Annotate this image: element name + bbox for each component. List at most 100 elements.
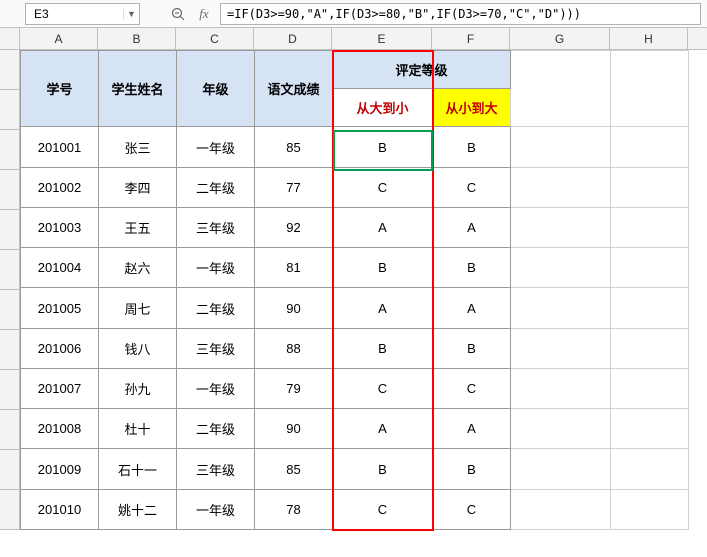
- cell-id[interactable]: 201007: [21, 368, 99, 408]
- cell-empty[interactable]: [611, 449, 689, 489]
- cell-F8[interactable]: B: [433, 328, 511, 368]
- cell-E7[interactable]: A: [333, 288, 433, 328]
- cell-empty[interactable]: [611, 288, 689, 328]
- col-header-A[interactable]: A: [20, 28, 98, 49]
- cell-E8[interactable]: B: [333, 328, 433, 368]
- row-header-5[interactable]: [0, 210, 19, 250]
- cell-id[interactable]: 201002: [21, 167, 99, 207]
- cell-E5[interactable]: A: [333, 207, 433, 247]
- cell-score[interactable]: 88: [255, 328, 333, 368]
- cell-F10[interactable]: A: [433, 409, 511, 449]
- col-header-C[interactable]: C: [176, 28, 254, 49]
- col-header-H[interactable]: H: [610, 28, 688, 49]
- cell-grade[interactable]: 一年级: [177, 127, 255, 167]
- cell-score[interactable]: 81: [255, 248, 333, 288]
- cell-empty[interactable]: [611, 489, 689, 529]
- cell-empty[interactable]: [611, 368, 689, 408]
- cell-empty[interactable]: [611, 127, 689, 167]
- cell-grade[interactable]: 一年级: [177, 489, 255, 529]
- cell-grade[interactable]: 二年级: [177, 288, 255, 328]
- row-header-1[interactable]: [0, 50, 19, 90]
- col-header-F[interactable]: F: [432, 28, 510, 49]
- cell-grade[interactable]: 三年级: [177, 449, 255, 489]
- header-id[interactable]: 学号: [21, 51, 99, 127]
- cell-empty[interactable]: [511, 127, 611, 167]
- row-header-3[interactable]: [0, 130, 19, 170]
- select-all-corner[interactable]: [0, 28, 20, 49]
- cell-empty[interactable]: [511, 248, 611, 288]
- cell-empty[interactable]: [511, 409, 611, 449]
- cell-empty[interactable]: [511, 368, 611, 408]
- cell-F7[interactable]: A: [433, 288, 511, 328]
- cell-id[interactable]: 201010: [21, 489, 99, 529]
- cell-grade[interactable]: 三年级: [177, 207, 255, 247]
- cell-grade[interactable]: 三年级: [177, 328, 255, 368]
- cell-name[interactable]: 李四: [99, 167, 177, 207]
- cell-F11[interactable]: B: [433, 449, 511, 489]
- header-asc[interactable]: 从小到大: [433, 89, 511, 127]
- cell-G1[interactable]: [511, 51, 611, 127]
- cell-empty[interactable]: [611, 207, 689, 247]
- cell-score[interactable]: 78: [255, 489, 333, 529]
- cell-E4[interactable]: C: [333, 167, 433, 207]
- cell-F5[interactable]: A: [433, 207, 511, 247]
- cell-empty[interactable]: [511, 328, 611, 368]
- cell-name[interactable]: 杜十: [99, 409, 177, 449]
- row-header-7[interactable]: [0, 290, 19, 330]
- cell-empty[interactable]: [511, 207, 611, 247]
- cell-empty[interactable]: [611, 248, 689, 288]
- cell-name[interactable]: 周七: [99, 288, 177, 328]
- cell-name[interactable]: 石十一: [99, 449, 177, 489]
- cell-empty[interactable]: [511, 489, 611, 529]
- cell-empty[interactable]: [611, 167, 689, 207]
- fx-icon[interactable]: fx: [196, 6, 212, 22]
- cell-E12[interactable]: C: [333, 489, 433, 529]
- cell-E9[interactable]: C: [333, 368, 433, 408]
- cell-score[interactable]: 90: [255, 288, 333, 328]
- cell-F12[interactable]: C: [433, 489, 511, 529]
- col-header-D[interactable]: D: [254, 28, 332, 49]
- cell-name[interactable]: 赵六: [99, 248, 177, 288]
- col-header-G[interactable]: G: [510, 28, 610, 49]
- cell-id[interactable]: 201008: [21, 409, 99, 449]
- name-box[interactable]: E3 ▼: [25, 3, 140, 25]
- cell-name[interactable]: 张三: [99, 127, 177, 167]
- cell-F4[interactable]: C: [433, 167, 511, 207]
- cell-name[interactable]: 孙九: [99, 368, 177, 408]
- chevron-down-icon[interactable]: ▼: [123, 9, 139, 19]
- cell-id[interactable]: 201004: [21, 248, 99, 288]
- row-header-8[interactable]: [0, 330, 19, 370]
- cell-id[interactable]: 201009: [21, 449, 99, 489]
- cell-F3[interactable]: B: [433, 127, 511, 167]
- cell-score[interactable]: 85: [255, 127, 333, 167]
- cell-score[interactable]: 92: [255, 207, 333, 247]
- col-header-E[interactable]: E: [332, 28, 432, 49]
- cell-id[interactable]: 201003: [21, 207, 99, 247]
- cell-F6[interactable]: B: [433, 248, 511, 288]
- header-merged[interactable]: 评定等级: [333, 51, 511, 89]
- cell-id[interactable]: 201001: [21, 127, 99, 167]
- row-header-9[interactable]: [0, 370, 19, 410]
- cell-empty[interactable]: [611, 328, 689, 368]
- col-header-B[interactable]: B: [98, 28, 176, 49]
- cell-score[interactable]: 85: [255, 449, 333, 489]
- cell-grade[interactable]: 一年级: [177, 368, 255, 408]
- cell-empty[interactable]: [511, 167, 611, 207]
- header-score[interactable]: 语文成绩: [255, 51, 333, 127]
- row-header-6[interactable]: [0, 250, 19, 290]
- cell-empty[interactable]: [611, 409, 689, 449]
- cell-E3[interactable]: B: [333, 127, 433, 167]
- cell-H1[interactable]: [611, 51, 689, 127]
- row-header-11[interactable]: [0, 450, 19, 490]
- cell-E11[interactable]: B: [333, 449, 433, 489]
- row-header-2[interactable]: [0, 90, 19, 130]
- cell-name[interactable]: 姚十二: [99, 489, 177, 529]
- zoom-out-icon[interactable]: [170, 6, 186, 22]
- formula-input[interactable]: =IF(D3>=90,"A",IF(D3>=80,"B",IF(D3>=70,"…: [220, 3, 701, 25]
- cell-empty[interactable]: [511, 449, 611, 489]
- row-header-4[interactable]: [0, 170, 19, 210]
- row-header-12[interactable]: [0, 490, 19, 530]
- header-grade[interactable]: 年级: [177, 51, 255, 127]
- cell-grade[interactable]: 一年级: [177, 248, 255, 288]
- cell-score[interactable]: 79: [255, 368, 333, 408]
